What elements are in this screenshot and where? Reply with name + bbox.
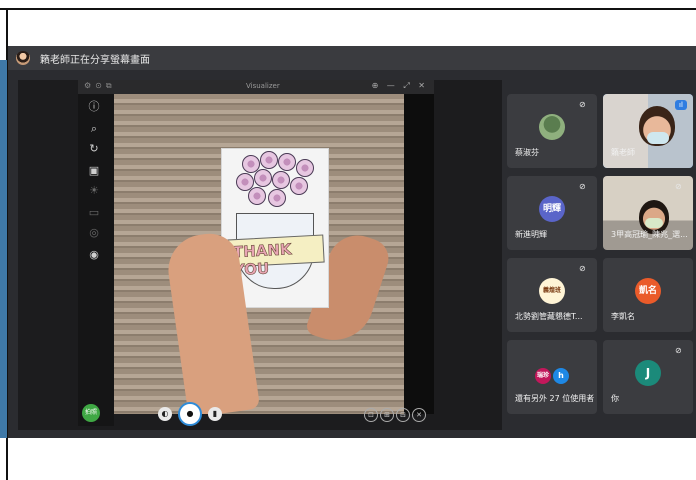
more-participants-label: 還有另外 27 位使用者 xyxy=(515,394,595,403)
rotate-icon[interactable]: ↻ xyxy=(87,142,101,156)
camera-icon[interactable]: ● xyxy=(178,402,202,426)
visualizer-titlebar: ⚙⊙⧉ Visualizer ⊕ — ⤢ ✕ xyxy=(78,80,434,94)
mic-off-icon: ⊘ xyxy=(579,182,586,191)
brightness-icon[interactable]: ☀ xyxy=(87,184,101,198)
participant-photo-avatar xyxy=(539,114,565,140)
visualizer-title: Visualizer xyxy=(246,82,280,90)
presenter-avatar-icon xyxy=(16,51,30,65)
participant-name: 李凱名 xyxy=(611,312,635,321)
self-avatar: J xyxy=(635,360,661,386)
participant-tile[interactable]: 義煌班 ⊘ 北勢劉管藏懇德T... xyxy=(507,258,597,332)
more-participants-tile[interactable]: 瑞珍 h 還有另外 27 位使用者 xyxy=(507,340,597,414)
screen-share-banner: 籟老師正在分享螢幕畫面 xyxy=(8,46,696,70)
meeting-window: 籟老師正在分享螢幕畫面 ⚙⊙⧉ Visualizer ⊕ — ⤢ ✕ ⓘ ⌕ ↻… xyxy=(8,46,696,438)
layout-grid-icon[interactable]: ⊞ xyxy=(380,408,394,422)
participant-logo-avatar: 義煌班 xyxy=(539,278,565,304)
shared-screen: ⚙⊙⧉ Visualizer ⊕ — ⤢ ✕ ⓘ ⌕ ↻ ▣ ☀ ▭ ◎ ◉ 拍… xyxy=(18,80,502,430)
camera-side-panel xyxy=(404,94,434,414)
participant-bubble-avatar: h xyxy=(553,368,569,384)
participant-initials-avatar: 明輝 xyxy=(539,196,565,222)
participant-name: 3甲高冠瑜_陳兆_選... xyxy=(611,230,688,239)
mic-off-icon: ⊘ xyxy=(579,264,586,273)
card-ribbon: THANK YOU xyxy=(227,234,325,280)
participant-name: 新進明輝 xyxy=(515,230,547,239)
capture-button[interactable]: 拍照 xyxy=(82,404,100,422)
participant-bubble-avatar: 瑞珍 xyxy=(535,368,551,384)
participant-name: 籟老師 xyxy=(611,148,635,157)
microphone-icon[interactable]: ▮ xyxy=(208,407,222,421)
participant-tile[interactable]: ⊘ 3甲高冠瑜_陳兆_選... xyxy=(603,176,693,250)
visualizer-toolbar: ⓘ ⌕ ↻ ▣ ☀ ▭ ◎ ◉ 拍照 xyxy=(78,94,114,426)
record-icon[interactable]: ◉ xyxy=(87,248,101,262)
face-mask xyxy=(647,132,669,144)
layout-controls: ⊡ ⊞ ⊟ ✕ xyxy=(364,408,426,422)
close-icon[interactable]: ✕ xyxy=(412,408,426,422)
toggle-view-icon[interactable]: ◐ xyxy=(158,407,172,421)
card-text: THANK YOU xyxy=(232,240,292,280)
mic-off-icon: ⊘ xyxy=(675,346,682,355)
mic-off-icon: ⊘ xyxy=(675,182,682,191)
document-camera-view: THANK YOU xyxy=(114,94,404,414)
window-controls[interactable]: ⊕ — ⤢ ✕ xyxy=(372,81,428,91)
participant-tile[interactable]: ⊘ 蔡淑芬 xyxy=(507,94,597,168)
self-name: 你 xyxy=(611,394,619,403)
page-top-rule xyxy=(0,8,696,10)
participant-tile[interactable]: 凱名 李凱名 xyxy=(603,258,693,332)
camera-controls: ◐ ● ▮ xyxy=(158,402,222,426)
layout-single-icon[interactable]: ⊡ xyxy=(364,408,378,422)
screen-share-text: 籟老師正在分享螢幕畫面 xyxy=(40,54,150,66)
info-icon[interactable]: ⓘ xyxy=(87,100,101,114)
mic-off-icon: ⊘ xyxy=(579,100,586,109)
freeze-icon[interactable]: ▣ xyxy=(87,164,101,178)
participant-tile[interactable]: 明輝 ⊘ 新進明輝 xyxy=(507,176,597,250)
speaking-indicator-icon: ıl xyxy=(675,100,687,110)
window-icons: ⚙⊙⧉ xyxy=(84,81,116,90)
self-tile[interactable]: J ⊘ 你 xyxy=(603,340,693,414)
left-accent-bar xyxy=(0,60,7,438)
participant-name: 蔡淑芬 xyxy=(515,148,539,157)
face-mask xyxy=(645,218,663,228)
participant-tile-speaking[interactable]: ıl 籟老師 xyxy=(603,94,693,168)
layout-split-icon[interactable]: ⊟ xyxy=(396,408,410,422)
participant-initials-avatar: 凱名 xyxy=(635,278,661,304)
participant-name: 北勢劉管藏懇德T... xyxy=(515,312,583,321)
capture-icon[interactable]: ▭ xyxy=(87,206,101,220)
focus-icon[interactable]: ◎ xyxy=(87,226,101,240)
zoom-icon[interactable]: ⌕ xyxy=(87,122,101,136)
